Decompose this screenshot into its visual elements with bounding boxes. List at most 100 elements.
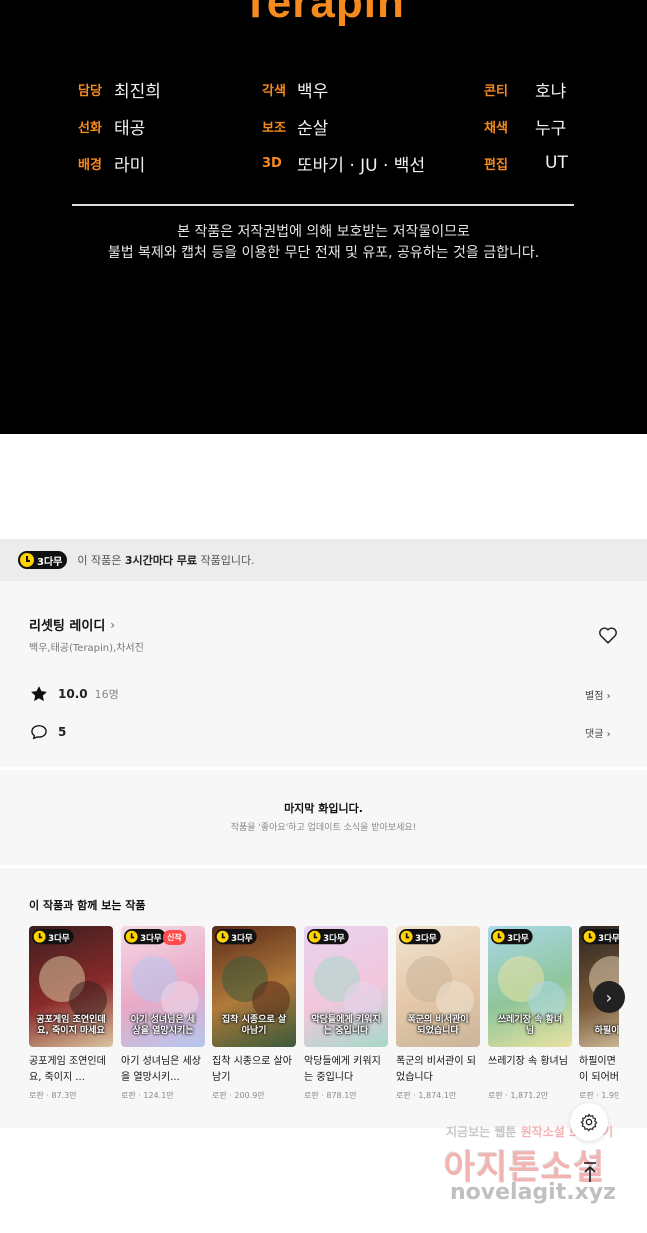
cover-title: 집착 시종으로 살아남기	[221, 1015, 287, 1036]
scroll-top-button[interactable]	[578, 1160, 602, 1184]
card-title: 악당들에게 키워지는 중입니다	[304, 1056, 381, 1083]
credit-item: 3D 또바기 · JU · 백선	[262, 148, 425, 178]
credit-role: 콘티	[484, 83, 508, 99]
cover-image: 집착 시종으로 살아남기 3다무	[212, 926, 296, 1047]
cover-title: 공포게임 조연인데요, 죽이지 마세요	[36, 1015, 106, 1036]
credit-name: 태공	[114, 118, 146, 139]
wait-free-badge: 3다무	[582, 929, 619, 945]
settings-button[interactable]	[570, 1103, 608, 1141]
cover-art	[252, 981, 290, 1019]
card-views: 1.9만	[601, 1091, 619, 1100]
credit-item: 선화 태공	[78, 111, 145, 141]
badge-label: 3다무	[140, 933, 162, 944]
card-genre: 로판	[488, 1091, 503, 1100]
credit-divider	[72, 204, 574, 206]
card-genre: 로판	[121, 1091, 136, 1100]
comment-row: 5	[29, 722, 66, 742]
clock-icon	[216, 930, 229, 943]
credit-role: 배경	[78, 157, 102, 173]
card-genre: 로판	[579, 1091, 594, 1100]
gear-icon	[580, 1113, 598, 1132]
wait-free-badge: 3다무	[124, 929, 166, 945]
card-meta: 로판 · 200.9만	[212, 1091, 265, 1100]
recommendations-carousel: 공포게임 조연인데요, 죽이지 마세요 3다무 공포게임 조연인데요, 죽이지 ..…	[29, 926, 619, 1126]
rating-link-label: 별점	[585, 691, 604, 702]
cover-image: 쓰레기장 속 황녀님 3다무	[488, 926, 572, 1047]
copyright-notice: 본 작품은 저작권법에 의해 보호받는 저작물이므로 불법 복제와 캡처 등을 …	[0, 222, 647, 264]
cover-title: 폭군의 비서관이 되었습니다	[407, 1015, 469, 1036]
work-title-link[interactable]: 리셋팅 레이디 ›	[29, 615, 115, 635]
card-meta: 로판 · 1,874.1만	[396, 1091, 457, 1100]
chevron-right-icon: ›	[606, 729, 611, 740]
cover-title: 악당들에게 키워지는 중입니다	[311, 1015, 381, 1036]
comments-link-label: 댓글	[585, 729, 604, 740]
credit-item: 편집 UT	[484, 148, 568, 178]
credit-role: 3D	[262, 155, 282, 171]
credit-role: 보조	[262, 120, 286, 136]
clock-icon	[492, 930, 505, 943]
rating-link[interactable]: 별점 ›	[585, 687, 611, 702]
heart-icon[interactable]	[597, 624, 619, 646]
wait-free-badge: 3다무	[307, 929, 349, 945]
badge-label: 3다무	[507, 933, 529, 944]
cover-image: 악당들에게 키워지는 중입니다 3다무	[304, 926, 388, 1047]
rating-row: 10.0 16명	[29, 684, 119, 704]
card-genre: 로판	[304, 1091, 319, 1100]
badge-label: 3다무	[598, 933, 619, 944]
cover-image: 폭군의 비서관이 되었습니다 3다무	[396, 926, 480, 1047]
cover-title: 아기 성녀님은 세상을 열망시키는	[130, 1015, 196, 1036]
comment-icon	[31, 725, 47, 740]
credit-role: 선화	[78, 120, 102, 136]
wait-free-badge: 3다무	[491, 929, 533, 945]
cover-title: 쓰레기장 속 황녀님	[497, 1015, 563, 1036]
studio-logo: Terapin	[242, 0, 405, 27]
watermark-text: 지금보는 웹툰	[446, 1125, 517, 1139]
card-meta: 로판 · 1.9만	[579, 1090, 619, 1101]
rating-count: 16명	[94, 688, 119, 701]
free-wait-banner: 3다무 이 작품은 3시간마다 무료 작품입니다.	[0, 539, 647, 581]
credit-item: 담당 최진희	[78, 74, 161, 104]
card-title: 집착 시종으로 살아남기	[212, 1056, 292, 1083]
cover-art	[69, 981, 107, 1019]
comments-link[interactable]: 댓글 ›	[585, 725, 611, 740]
copyright-line: 본 작품은 저작권법에 의해 보호받는 저작물이므로	[177, 224, 470, 240]
card-views: 878.1만	[326, 1091, 357, 1100]
cover-title: 하필이면 흑막	[594, 1026, 619, 1036]
free-wait-text: 이 작품은 3시간마다 무료 작품입니다.	[77, 552, 254, 568]
wait-free-badge: 3다무	[18, 551, 68, 569]
credit-name: 누구	[535, 118, 567, 139]
recommendations-section: 이 작품과 함께 보는 작품 공포게임 조연인데요, 죽이지 마세요 3다무 공포게…	[0, 868, 647, 1128]
chevron-right-icon: ›	[606, 691, 611, 702]
credit-role: 각색	[262, 83, 286, 99]
free-wait-prefix: 이 작품은	[77, 554, 125, 567]
card-views: 124.1만	[143, 1091, 174, 1100]
site-watermark: 지금보는 웹툰 원작소설 보러가기 아지톤소설 novelagit.xyz	[440, 1120, 640, 1220]
new-badge: 신작	[163, 930, 186, 945]
comment-count: 5	[58, 725, 67, 739]
episode-credits: Terapin 담당 최진희 선화 태공 배경 라미 각색 백우 보조 순살 3…	[0, 0, 647, 434]
free-wait-interval: 3시간마다 무료	[124, 554, 198, 567]
card-meta: 로판 · 124.1만	[121, 1091, 174, 1100]
work-title: 리셋팅 레이디	[29, 619, 106, 634]
clock-icon	[125, 930, 138, 943]
badge-label: 3다무	[323, 933, 345, 944]
card-views: 200.9만	[234, 1091, 265, 1100]
chevron-right-icon: ›	[605, 987, 613, 1007]
rating-score: 10.0	[58, 687, 88, 701]
cover-art	[344, 981, 382, 1019]
free-wait-suffix: 작품입니다.	[197, 554, 255, 567]
clock-icon	[400, 930, 413, 943]
credit-name: UT	[545, 153, 568, 173]
credit-role: 편집	[484, 157, 508, 173]
card-views: 1,874.1만	[418, 1091, 457, 1100]
credit-name: 순살	[297, 118, 329, 139]
arrow-up-icon	[584, 1162, 596, 1182]
card-title: 폭군의 비서관이 되었습니다	[396, 1056, 476, 1083]
wait-free-badge: 3다무	[32, 929, 74, 945]
last-episode-subtitle: 작품을 '좋아요'하고 업데이트 소식을 받아보세요!	[230, 823, 417, 833]
clock-icon	[20, 553, 34, 567]
clock-icon	[33, 930, 46, 943]
credit-role: 채색	[484, 120, 508, 136]
card-meta: 로판 · 878.1만	[304, 1091, 357, 1100]
carousel-next-button[interactable]: ›	[593, 981, 625, 1013]
